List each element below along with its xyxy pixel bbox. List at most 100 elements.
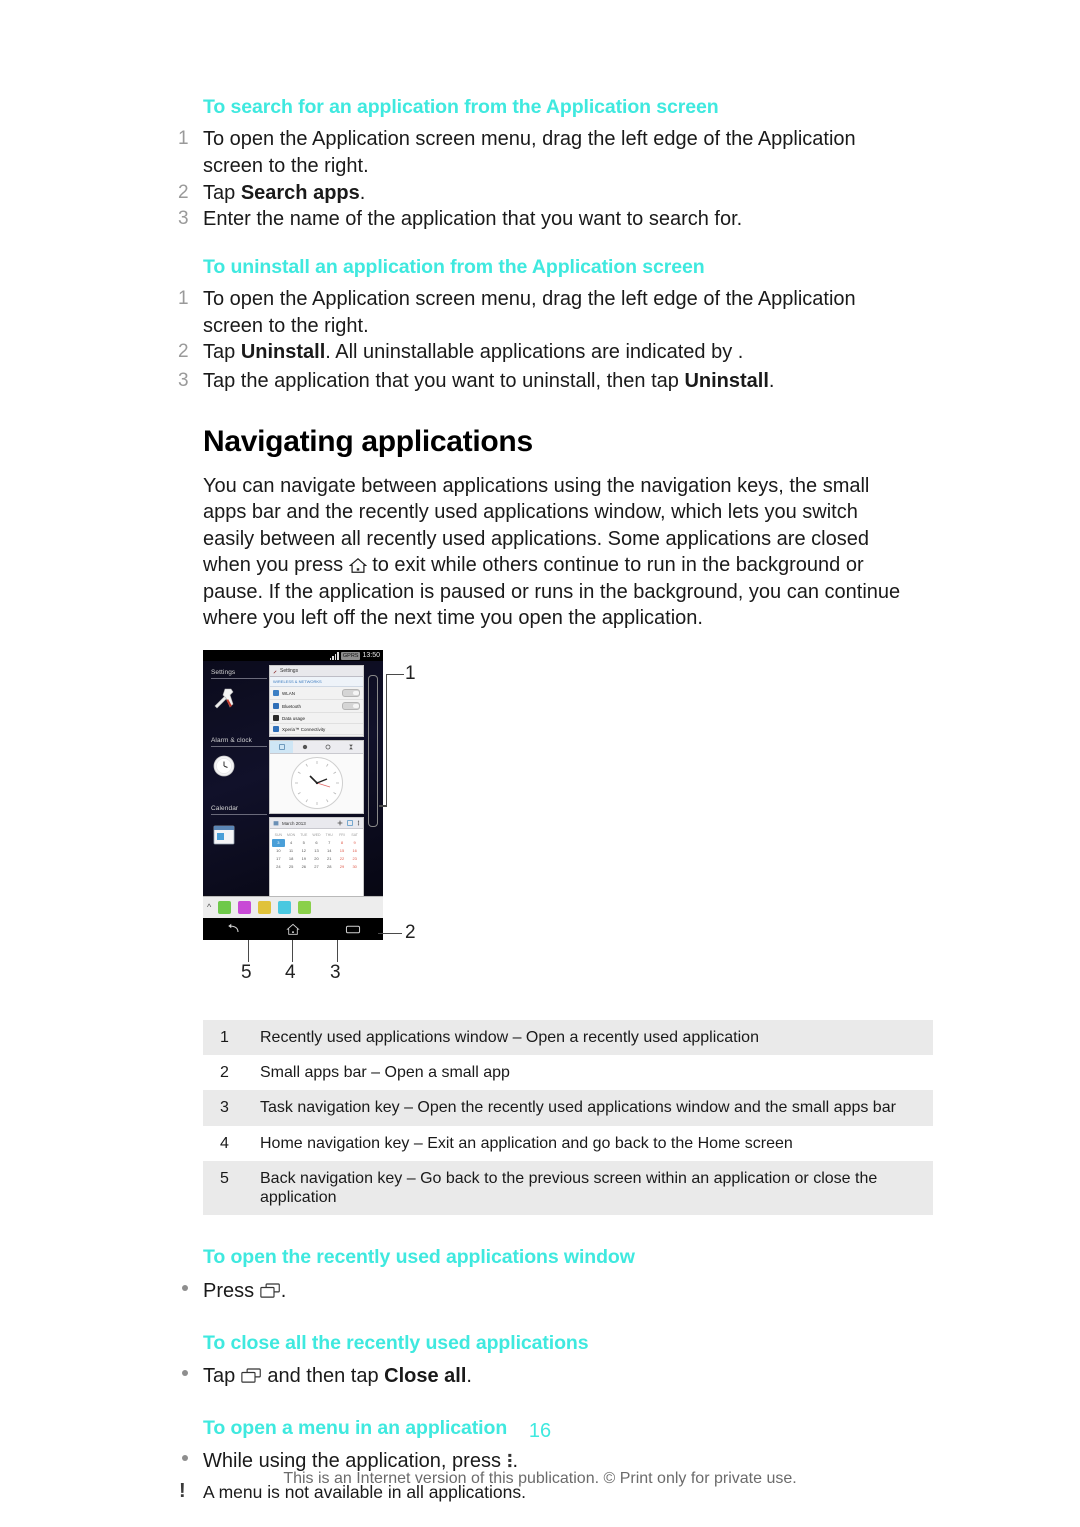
table-row: 1 Recently used applications window – Op…	[203, 1020, 933, 1056]
recent-card-settings[interactable]: Settings WIRELESS & NETWORKS WLAN Blueto…	[269, 665, 364, 738]
calendar-day[interactable]: 21	[323, 855, 336, 863]
calendar-day[interactable]: 20	[310, 855, 323, 863]
home-navigation-key-icon[interactable]	[285, 923, 300, 936]
recent-app-entry[interactable]: Settings	[211, 669, 273, 711]
calendar-day-selected[interactable]: 3	[272, 839, 285, 848]
callout-leader-5	[248, 940, 249, 963]
calendar-day[interactable]: 14	[323, 847, 336, 855]
wlan-toggle[interactable]	[342, 689, 360, 698]
calendar-day[interactable]: 30	[348, 863, 361, 871]
recent-card-clock[interactable]	[269, 740, 364, 815]
section-heading-uninstall-app: To uninstall an application from the App…	[203, 255, 705, 278]
legend-description: Recently used applications window – Open…	[260, 1029, 759, 1047]
recently-used-applications-window[interactable]: Settings WIRELESS & NETWORKS WLAN Blueto…	[269, 665, 364, 900]
step-text-tail: .	[359, 181, 366, 204]
calendar-week-row: 17 18 19 20 21 22 23	[272, 855, 361, 863]
xperia-connectivity-icon	[273, 726, 279, 733]
calendar-day[interactable]: 12	[297, 847, 310, 855]
clock-icon	[213, 755, 235, 777]
chevron-up-icon[interactable]: ^	[207, 903, 211, 912]
calendar-day[interactable]: 22	[336, 855, 349, 863]
calendar-day[interactable]: 17	[272, 855, 285, 863]
task-navigation-key-icon[interactable]	[345, 924, 361, 935]
small-app-icon[interactable]	[258, 901, 272, 915]
add-event-icon[interactable]	[337, 820, 343, 826]
recents-scroll-handle[interactable]	[368, 675, 378, 828]
settings-more-link[interactable]: More...	[270, 735, 363, 736]
callout-leader-2	[378, 933, 402, 935]
data-usage-icon	[273, 715, 279, 722]
small-app-icon[interactable]	[278, 901, 292, 915]
calendar-day[interactable]: 18	[285, 855, 298, 863]
legend-description: Home navigation key – Exit an applicatio…	[260, 1134, 793, 1152]
small-app-icon[interactable]	[218, 901, 232, 915]
calendar-day[interactable]: 9	[348, 839, 361, 847]
legend-key: 3	[220, 1099, 229, 1117]
calendar-day[interactable]: 29	[336, 863, 349, 871]
small-app-icon[interactable]	[238, 901, 252, 915]
footer-notice: This is an Internet version of this publ…	[283, 1470, 797, 1487]
calendar-day[interactable]: 11	[285, 847, 298, 855]
bullet-text-tail: .	[512, 1450, 519, 1473]
calendar-day[interactable]: 6	[310, 839, 323, 847]
recent-app-label: Calendar	[211, 805, 267, 816]
settings-row[interactable]: Data usage	[270, 713, 363, 725]
recent-card-calendar[interactable]: March 2013 SUN MON TUE WED THU FRI SAT 3…	[269, 817, 364, 898]
calendar-day[interactable]: 26	[297, 863, 310, 871]
recent-app-entry[interactable]: Calendar	[211, 805, 273, 847]
calendar-week-row: 3 4 5 6 7 8 9	[272, 839, 361, 848]
calendar-day[interactable]: 13	[310, 847, 323, 855]
calendar-day[interactable]: 24	[272, 863, 285, 871]
step-number: 3	[178, 369, 189, 391]
small-app-icon[interactable]	[298, 901, 312, 915]
settings-row[interactable]: Bluetooth	[270, 700, 363, 714]
calendar-grid: SUN MON TUE WED THU FRI SAT 3 4 5 6 7 8 …	[270, 829, 363, 873]
calendar-day[interactable]: 28	[323, 863, 336, 871]
legend-description: Small apps bar – Open a small app	[260, 1064, 510, 1082]
bluetooth-toggle[interactable]	[342, 702, 360, 711]
calendar-day[interactable]: 19	[297, 855, 310, 863]
tab-alarm[interactable]	[270, 741, 294, 754]
bullet-dot	[182, 1284, 188, 1291]
calendar-day[interactable]: 4	[285, 839, 298, 847]
bullet-text: Press	[203, 1279, 260, 1302]
settings-row[interactable]: WLAN	[270, 687, 363, 701]
calendar-day[interactable]: 5	[297, 839, 310, 847]
task-heading-open-recents: To open the recently used applications w…	[203, 1246, 635, 1269]
recent-app-entry[interactable]: Alarm & clock	[211, 737, 273, 779]
tab-world-clock[interactable]	[293, 741, 316, 753]
settings-row[interactable]: Xperia™ Connectivity	[270, 724, 363, 736]
legend-key: 1	[220, 1029, 229, 1047]
callout-hook-1	[379, 805, 387, 808]
calendar-dow: SUN	[274, 833, 283, 838]
calendar-day[interactable]: 23	[348, 855, 361, 863]
tab-timer[interactable]	[340, 741, 363, 753]
calendar-dow: THU	[325, 833, 333, 838]
small-apps-bar[interactable]: ^	[203, 896, 383, 919]
back-navigation-key-icon[interactable]	[226, 923, 241, 935]
step-text: Tap	[203, 181, 241, 204]
callout-number-2: 2	[405, 922, 416, 944]
page-title: Navigating applications	[203, 424, 533, 458]
step-text-tail: . All uninstallable applications are ind…	[325, 341, 738, 364]
today-icon[interactable]	[347, 820, 353, 826]
step-number: 3	[178, 208, 189, 230]
callout-number-4: 4	[285, 962, 296, 984]
recent-app-label: Settings	[211, 669, 267, 680]
clock-tab-bar	[270, 741, 363, 755]
overflow-menu-icon	[507, 1454, 511, 1468]
calendar-day[interactable]: 25	[285, 863, 298, 871]
callout-leader-4	[292, 940, 293, 963]
tab-stopwatch[interactable]	[317, 741, 340, 753]
table-row: 2 Small apps bar – Open a small app	[203, 1055, 933, 1090]
step-item: 2 Tap Search apps.	[175, 180, 905, 207]
step-text: Enter the name of the application that y…	[203, 208, 743, 231]
calendar-day[interactable]: 27	[310, 863, 323, 871]
calendar-day[interactable]: 10	[272, 847, 285, 855]
calendar-day[interactable]: 16	[348, 847, 361, 855]
calendar-day[interactable]: 8	[336, 839, 349, 847]
calendar-day[interactable]: 15	[336, 847, 349, 855]
calendar-day[interactable]: 7	[323, 839, 336, 847]
overflow-menu-icon[interactable]	[357, 820, 360, 826]
page-content: To search for an application from the Ap…	[175, 95, 933, 1505]
